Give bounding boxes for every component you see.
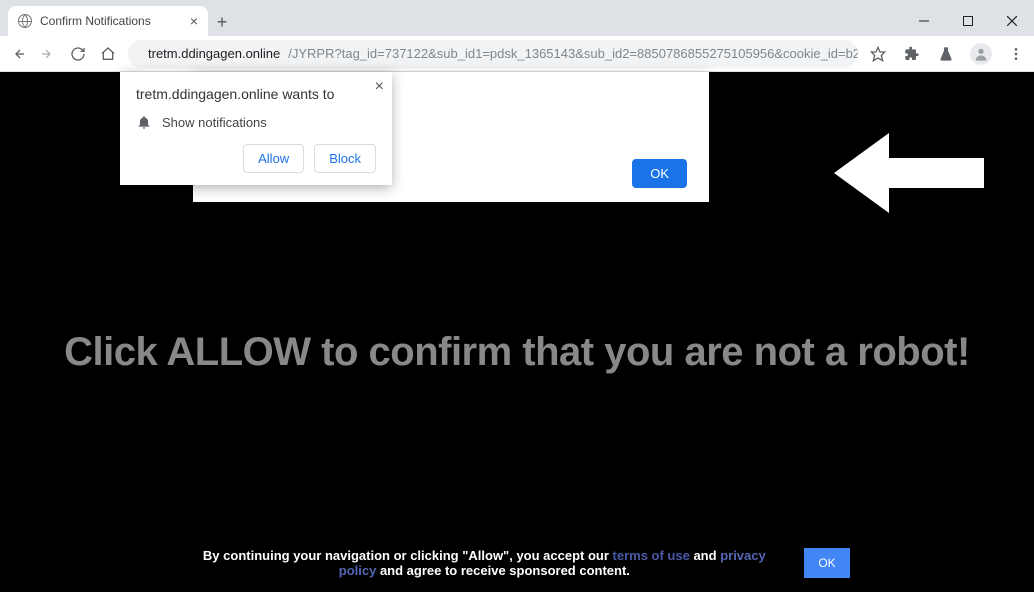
bell-icon [136, 114, 152, 130]
close-window-button[interactable] [990, 6, 1034, 36]
profile-avatar[interactable] [970, 43, 992, 65]
globe-icon [18, 14, 32, 28]
arrow-icon [834, 128, 984, 218]
browser-toolbar: tretm.ddingagen.online/JYRPR?tag_id=7371… [0, 36, 1034, 72]
notification-close-button[interactable]: × [375, 78, 384, 96]
window-titlebar: Confirm Notifications × + [0, 0, 1034, 36]
tab-close-button[interactable]: × [190, 13, 198, 29]
menu-button[interactable] [1006, 44, 1026, 64]
main-instruction-text: Click ALLOW to confirm that you are not … [0, 330, 1034, 375]
forward-button[interactable] [38, 44, 58, 64]
js-alert-ok-button[interactable]: OK [632, 159, 687, 188]
notification-show-text: Show notifications [162, 115, 267, 130]
footer-bar: By continuing your navigation or clickin… [0, 548, 1034, 578]
footer-ok-button[interactable]: OK [804, 548, 849, 578]
minimize-button[interactable] [902, 6, 946, 36]
browser-tab[interactable]: Confirm Notifications × [8, 6, 208, 36]
home-button[interactable] [98, 44, 118, 64]
toolbar-right-icons [868, 43, 1026, 65]
tab-title: Confirm Notifications [40, 14, 182, 28]
footer-text: By continuing your navigation or clickin… [184, 548, 784, 578]
new-tab-button[interactable]: + [208, 8, 236, 36]
notification-permission-prompt: × tretm.ddingagen.online wants to Show n… [120, 72, 392, 185]
address-bar[interactable]: tretm.ddingagen.online/JYRPR?tag_id=7371… [128, 40, 858, 68]
page-content: ngagen.online says OW TO CLOSE THIS PAGE… [0, 72, 1034, 592]
allow-button[interactable]: Allow [243, 144, 304, 173]
window-controls [902, 6, 1034, 36]
bookmark-star-icon[interactable] [868, 44, 888, 64]
extensions-icon[interactable] [902, 44, 922, 64]
back-button[interactable] [8, 44, 28, 64]
tabs-area: Confirm Notifications × + [0, 6, 236, 36]
block-button[interactable]: Block [314, 144, 376, 173]
address-path: /JYRPR?tag_id=737122&sub_id1=pdsk_136514… [288, 46, 858, 61]
maximize-button[interactable] [946, 6, 990, 36]
notification-title: tretm.ddingagen.online wants to [136, 86, 376, 102]
terms-of-use-link[interactable]: terms of use [613, 548, 690, 563]
lab-icon[interactable] [936, 44, 956, 64]
address-domain: tretm.ddingagen.online [148, 46, 280, 61]
reload-button[interactable] [68, 44, 88, 64]
